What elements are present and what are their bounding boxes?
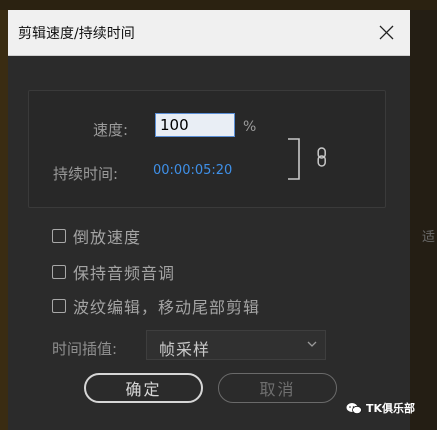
dialog-title: 剪辑速度/持续时间 [18, 26, 135, 42]
close-icon [379, 25, 393, 39]
close-button[interactable] [372, 18, 400, 46]
checkbox-box[interactable] [52, 299, 66, 313]
checkbox-box[interactable] [52, 265, 66, 279]
duration-label: 持续时间: [53, 165, 119, 183]
bracket-icon [288, 138, 300, 180]
background-strip-top [0, 0, 437, 10]
watermark: TK俱乐部 [346, 400, 415, 416]
link-chain-icon[interactable] [317, 147, 327, 167]
duration-timecode[interactable]: 00:00:05:20 [153, 163, 232, 178]
background-strip-right [409, 10, 437, 430]
checkbox-box[interactable] [52, 229, 66, 243]
reverse-speed-checkbox[interactable]: 倒放速度 [52, 224, 141, 248]
time-interpolation-label: 时间插值: [52, 340, 118, 358]
dialog-titlebar[interactable]: 剪辑速度/持续时间 [8, 10, 410, 56]
checkbox-label: 波纹编辑，移动尾部剪辑 [73, 298, 261, 317]
chevron-down-icon [307, 341, 317, 347]
maintain-audio-pitch-checkbox[interactable]: 保持音频音调 [52, 260, 175, 284]
background-strip-left [0, 10, 8, 430]
background-edge-text: 适 [421, 230, 435, 245]
speed-label: 速度: [93, 121, 129, 139]
ok-button[interactable]: 确定 [84, 373, 203, 403]
clip-speed-duration-dialog: 剪辑速度/持续时间 速度: % 持续时间: 00:00:05:20 倒放速度 保… [8, 10, 410, 430]
cancel-button[interactable]: 取消 [218, 373, 337, 403]
select-value: 帧采样 [159, 340, 211, 359]
checkbox-label: 保持音频音调 [73, 264, 176, 283]
ripple-edit-checkbox[interactable]: 波纹编辑，移动尾部剪辑 [52, 294, 260, 318]
time-interpolation-select[interactable]: 帧采样 [146, 330, 326, 360]
speed-input[interactable] [155, 113, 235, 137]
speed-duration-group: 速度: % 持续时间: 00:00:05:20 [28, 90, 386, 208]
wechat-icon [346, 402, 362, 414]
watermark-text: TK俱乐部 [366, 402, 416, 415]
checkbox-label: 倒放速度 [73, 228, 142, 247]
speed-unit: % [243, 119, 257, 135]
